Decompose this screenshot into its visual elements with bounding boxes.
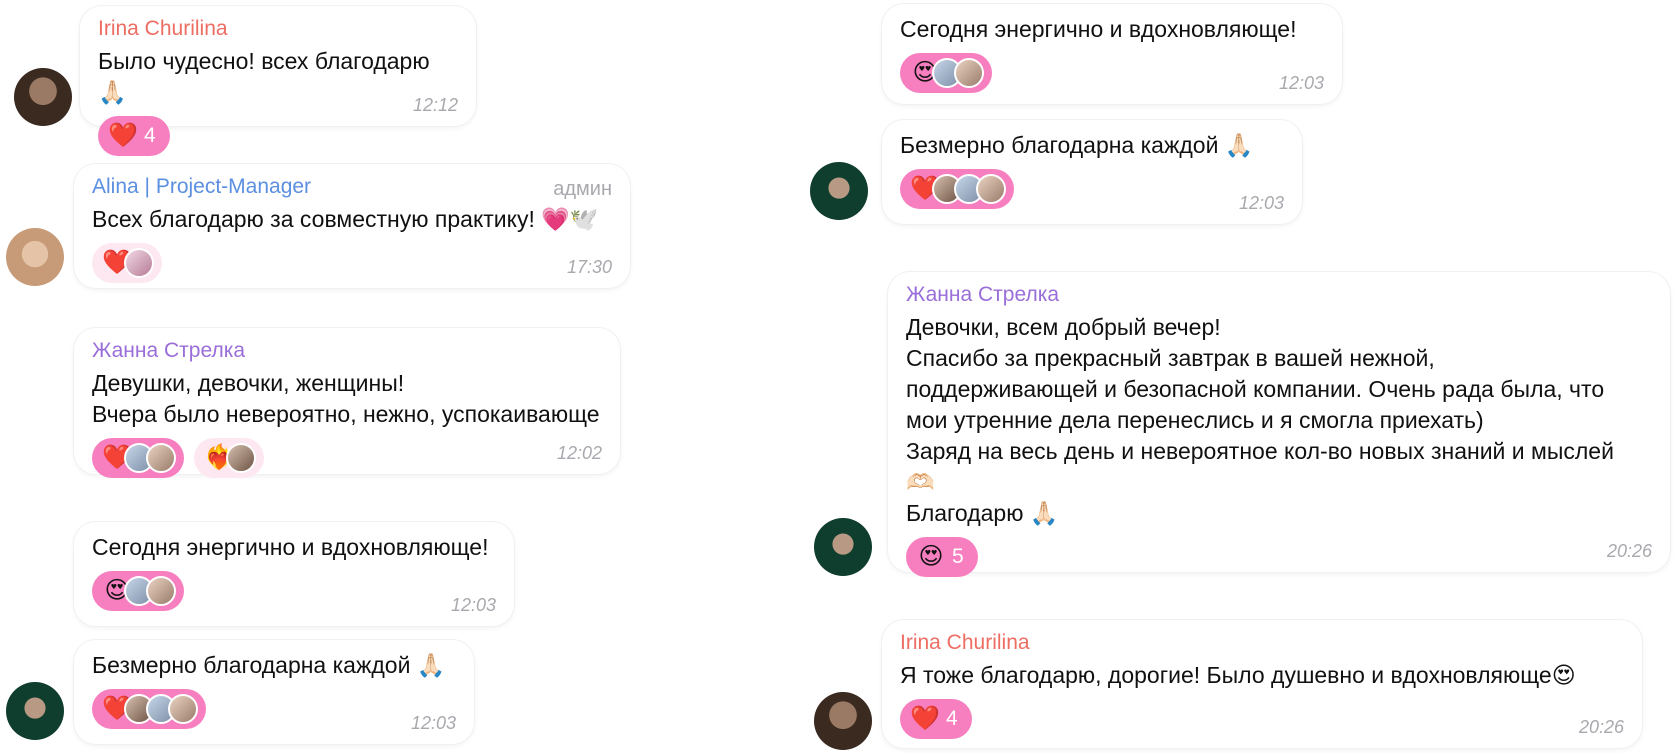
message-time: 20:26	[1606, 541, 1652, 561]
heart-icon: ❤️	[910, 705, 940, 732]
message-bubble: Сегодня энергично и вдохновляюще! 😍 12:0…	[882, 4, 1342, 104]
message-text: Девушки, девочки, женщины! Вчера было не…	[92, 370, 600, 427]
message-text: Всех благодарю за совместную практику! 💗…	[92, 206, 599, 232]
avatar[interactable]	[6, 682, 64, 740]
message-time: 12:12	[412, 95, 458, 115]
message-bubble: Жанна Стрелка Девочки, всем добрый вечер…	[888, 272, 1670, 577]
message-text: Девочки, всем добрый вечер! Спасибо за п…	[906, 314, 1614, 526]
reactions: ❤️ 4	[98, 116, 458, 156]
reaction-count: 5	[952, 545, 964, 568]
reaction-chip[interactable]: ❤️	[900, 169, 1014, 209]
message-text: Я тоже благодарю, дорогие! Было душевно …	[900, 662, 1576, 688]
message-bubble: Irina Churilina Было чудесно! всех благо…	[80, 6, 476, 156]
message-bubble: Безмерно благодарна каждой 🙏🏻 ❤️ 12:03	[882, 120, 1302, 224]
reaction-count: 4	[144, 124, 156, 147]
reactions: 😍 5	[906, 537, 1652, 577]
message-bubble: Irina Churilina Я тоже благодарю, дороги…	[882, 620, 1642, 748]
message-time: 20:26	[1578, 717, 1624, 737]
reactions: ❤️	[92, 243, 612, 283]
message-text: Было чудесно! всех благодарю🙏🏻	[98, 48, 430, 105]
message-bubble: Безмерно благодарна каждой 🙏🏻 ❤️ 12:03	[74, 640, 474, 744]
reactor-avatar	[168, 694, 198, 724]
reaction-chip[interactable]: ❤️ 4	[98, 116, 170, 156]
message-time: 12:03	[1238, 193, 1284, 213]
reactor-avatar	[976, 174, 1006, 204]
message-time: 17:30	[566, 257, 612, 277]
message-bubble: Alina | Project-Manager админ Всех благо…	[74, 164, 630, 288]
message-bubble: Сегодня энергично и вдохновляюще! 😍 12:0…	[74, 522, 514, 626]
message-time: 12:03	[450, 595, 496, 615]
reaction-chip[interactable]: 😍 5	[906, 537, 978, 577]
heart-eyes-icon: 😍	[918, 543, 944, 570]
reaction-chip[interactable]: ❤️ 4	[900, 699, 972, 739]
message-text: Безмерно благодарна каждой 🙏🏻	[900, 132, 1254, 158]
reactor-avatar	[124, 248, 154, 278]
message-author[interactable]: Жанна Стрелка	[906, 282, 1652, 308]
message-time: 12:03	[1278, 73, 1324, 93]
message-time: 12:03	[410, 713, 456, 733]
reaction-chip[interactable]: 😍	[92, 571, 184, 611]
reactor-avatar	[226, 443, 256, 473]
message-time: 12:02	[556, 443, 602, 463]
message-author[interactable]: Жанна Стрелка	[92, 338, 602, 364]
message-author[interactable]: Irina Churilina	[98, 16, 458, 42]
message-text: Сегодня энергично и вдохновляюще!	[92, 534, 489, 560]
reactions: ❤️	[92, 689, 456, 729]
reaction-chip[interactable]: ❤️	[92, 243, 162, 283]
reactions: ❤️ ❤️‍🔥	[92, 438, 602, 478]
message-text: Сегодня энергично и вдохновляюще!	[900, 16, 1297, 42]
reaction-chip[interactable]: 😍	[900, 53, 992, 93]
heart-icon: ❤️	[108, 122, 138, 149]
reactions: 😍	[900, 53, 1324, 93]
reaction-count: 4	[946, 707, 958, 730]
reactions: ❤️	[900, 169, 1284, 209]
reaction-chip[interactable]: ❤️	[92, 438, 184, 478]
reaction-chip[interactable]: ❤️	[92, 689, 206, 729]
message-text: Безмерно благодарна каждой 🙏🏻	[92, 652, 446, 678]
reactions: 😍	[92, 571, 496, 611]
message-author[interactable]: Alina | Project-Manager	[92, 174, 612, 200]
message-author[interactable]: Irina Churilina	[900, 630, 1624, 656]
avatar[interactable]	[6, 228, 64, 286]
avatar[interactable]	[814, 518, 872, 576]
reactor-avatar	[146, 576, 176, 606]
avatar[interactable]	[810, 162, 868, 220]
reactor-avatar	[954, 58, 984, 88]
reactor-avatar	[146, 443, 176, 473]
admin-badge: админ	[553, 178, 612, 200]
message-bubble: Жанна Стрелка Девушки, девочки, женщины!…	[74, 328, 620, 478]
reaction-chip[interactable]: ❤️‍🔥	[194, 438, 264, 478]
reactions: ❤️ 4	[900, 699, 1624, 739]
avatar[interactable]	[14, 68, 72, 126]
avatar[interactable]	[814, 692, 872, 750]
